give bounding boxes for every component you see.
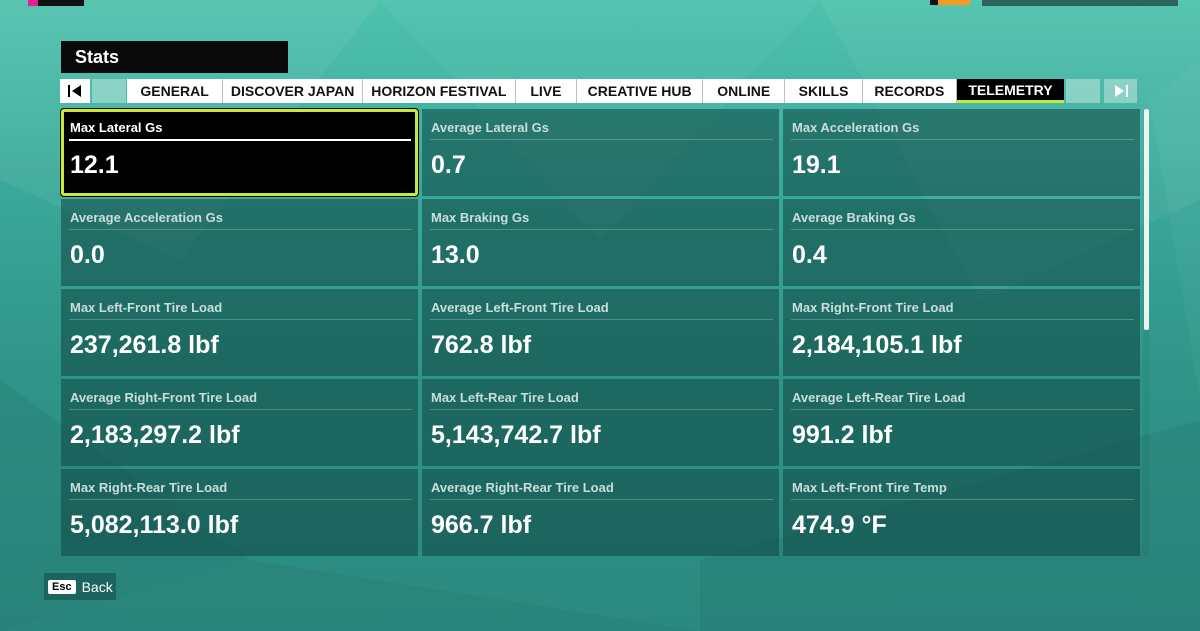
stat-label: Average Left-Rear Tire Load — [792, 390, 966, 405]
tab-discover-japan[interactable]: DISCOVER JAPAN — [223, 79, 363, 103]
stat-label: Max Right-Front Tire Load — [792, 300, 954, 315]
stat-card-max-left-front-tire-load[interactable]: Max Left-Front Tire Load 237,261.8 lbf — [61, 289, 418, 376]
stat-divider — [791, 139, 1134, 140]
stat-label: Max Acceleration Gs — [792, 120, 920, 135]
stat-divider — [430, 319, 773, 320]
stat-card-average-braking-gs[interactable]: Average Braking Gs 0.4 — [783, 199, 1140, 286]
stat-label: Max Lateral Gs — [70, 120, 163, 135]
stat-label: Average Right-Rear Tire Load — [431, 480, 614, 495]
stat-card-max-left-front-tire-temp[interactable]: Max Left-Front Tire Temp 474.9 °F — [783, 469, 1140, 556]
tab-live[interactable]: LIVE — [516, 79, 578, 103]
stat-divider — [430, 139, 773, 140]
stat-divider — [69, 499, 412, 500]
tab-spacer-left — [92, 79, 126, 103]
tab-general[interactable]: GENERAL — [127, 79, 224, 103]
tab-online[interactable]: ONLINE — [703, 79, 786, 103]
stat-label: Average Braking Gs — [792, 210, 916, 225]
stat-value: 0.4 — [792, 241, 827, 269]
telemetry-stats-grid: Max Lateral Gs 12.1 Average Lateral Gs 0… — [61, 109, 1140, 556]
stat-card-average-right-front-tire-load[interactable]: Average Right-Front Tire Load 2,183,297.… — [61, 379, 418, 466]
tab-strip: GENERAL DISCOVER JAPAN HORIZON FESTIVAL … — [127, 79, 1065, 103]
scrollbar-thumb[interactable] — [1144, 109, 1149, 330]
tab-records[interactable]: RECORDS — [863, 79, 957, 103]
stat-value: 0.0 — [70, 241, 105, 269]
stat-divider — [791, 319, 1134, 320]
stat-value: 5,143,742.7 lbf — [431, 421, 601, 449]
stat-divider — [791, 409, 1134, 410]
stat-value: 0.7 — [431, 151, 466, 179]
stat-card-average-lateral-gs[interactable]: Average Lateral Gs 0.7 — [422, 109, 779, 196]
stat-label: Average Acceleration Gs — [70, 210, 223, 225]
stat-card-average-left-rear-tire-load[interactable]: Average Left-Rear Tire Load 991.2 lbf — [783, 379, 1140, 466]
stat-value: 2,183,297.2 lbf — [70, 421, 240, 449]
stat-card-max-right-front-tire-load[interactable]: Max Right-Front Tire Load 2,184,105.1 lb… — [783, 289, 1140, 376]
stat-divider — [430, 409, 773, 410]
next-tab-button[interactable] — [1104, 79, 1137, 103]
stat-card-max-acceleration-gs[interactable]: Max Acceleration Gs 19.1 — [783, 109, 1140, 196]
esc-key-icon: Esc — [48, 579, 76, 594]
prev-tab-icon — [68, 85, 81, 97]
stat-divider — [69, 229, 412, 230]
stat-label: Max Left-Front Tire Load — [70, 300, 223, 315]
stat-value: 474.9 °F — [792, 511, 887, 539]
stat-label: Max Left-Rear Tire Load — [431, 390, 579, 405]
prev-tab-button[interactable] — [60, 79, 90, 103]
stat-value: 2,184,105.1 lbf — [792, 331, 962, 359]
tab-telemetry[interactable]: TELEMETRY — [956, 79, 1065, 103]
stat-value: 237,261.8 lbf — [70, 331, 219, 359]
stat-label: Average Left-Front Tire Load — [431, 300, 609, 315]
stat-divider — [69, 319, 412, 320]
stat-value: 19.1 — [792, 151, 841, 179]
stat-divider — [791, 229, 1134, 230]
stat-divider — [791, 499, 1134, 500]
tab-skills[interactable]: SKILLS — [785, 79, 863, 103]
stat-divider — [430, 229, 773, 230]
back-label: Back — [81, 578, 113, 595]
tab-spacer-right — [1066, 79, 1100, 103]
page-title: Stats — [61, 41, 288, 73]
tab-horizon-festival[interactable]: HORIZON FESTIVAL — [363, 79, 516, 103]
stat-label: Average Right-Front Tire Load — [70, 390, 258, 405]
stat-value: 991.2 lbf — [792, 421, 893, 449]
back-button[interactable]: Esc Back — [44, 573, 116, 600]
stat-value: 762.8 lbf — [431, 331, 532, 359]
stat-card-average-right-rear-tire-load[interactable]: Average Right-Rear Tire Load 966.7 lbf — [422, 469, 779, 556]
stat-value: 966.7 lbf — [431, 511, 532, 539]
stat-card-max-left-rear-tire-load[interactable]: Max Left-Rear Tire Load 5,143,742.7 lbf — [422, 379, 779, 466]
stat-card-max-braking-gs[interactable]: Max Braking Gs 13.0 — [422, 199, 779, 286]
stat-divider — [69, 409, 412, 410]
stat-label: Average Lateral Gs — [431, 120, 550, 135]
stat-label: Max Right-Rear Tire Load — [70, 480, 228, 495]
next-tab-icon — [1114, 85, 1128, 97]
page-title-text: Stats — [75, 46, 120, 67]
stat-value: 12.1 — [70, 151, 119, 179]
stat-label: Max Braking Gs — [431, 210, 530, 225]
stat-card-max-right-rear-tire-load[interactable]: Max Right-Rear Tire Load 5,082,113.0 lbf — [61, 469, 418, 556]
stat-value: 5,082,113.0 lbf — [70, 511, 239, 539]
stat-card-max-lateral-gs[interactable]: Max Lateral Gs 12.1 — [61, 109, 418, 196]
stat-value: 13.0 — [431, 241, 480, 269]
game-logo-fragment — [28, 0, 84, 6]
stat-label: Max Left-Front Tire Temp — [792, 480, 947, 495]
stat-divider — [430, 499, 773, 500]
currency-icon-fragment — [930, 0, 970, 5]
stat-card-average-left-front-tire-load[interactable]: Average Left-Front Tire Load 762.8 lbf — [422, 289, 779, 376]
tab-creative-hub[interactable]: CREATIVE HUB — [577, 79, 704, 103]
stat-card-average-acceleration-gs[interactable]: Average Acceleration Gs 0.0 — [61, 199, 418, 286]
tab-bar: GENERAL DISCOVER JAPAN HORIZON FESTIVAL … — [60, 79, 1137, 103]
player-info-bar — [982, 0, 1178, 6]
stat-divider — [69, 139, 411, 141]
